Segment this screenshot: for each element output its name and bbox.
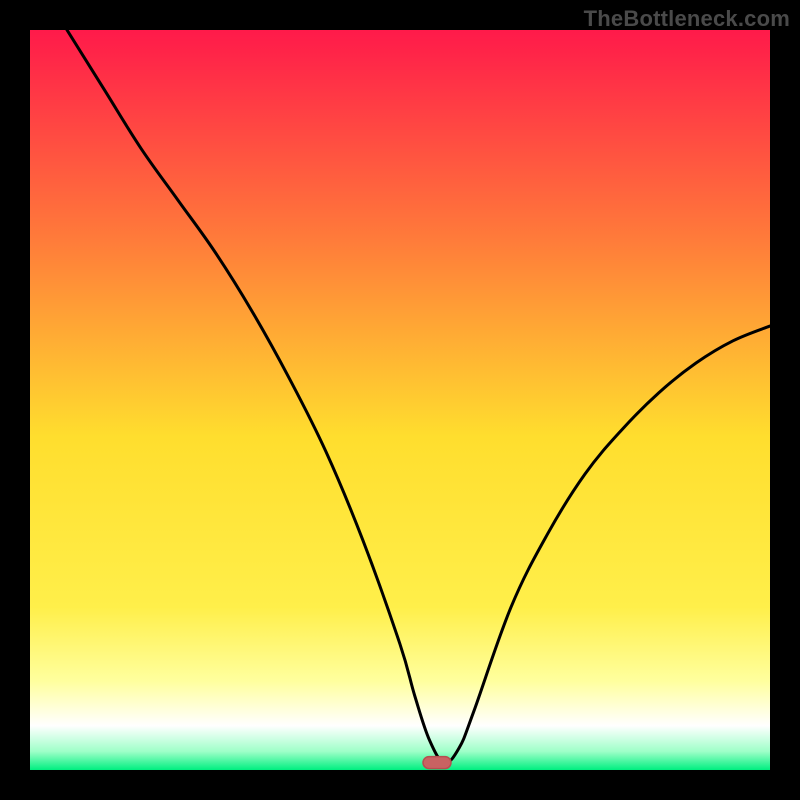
bottleneck-curve xyxy=(67,30,770,763)
chart-frame: TheBottleneck.com xyxy=(0,0,800,800)
optimum-marker xyxy=(423,757,451,769)
attribution-text: TheBottleneck.com xyxy=(584,6,790,32)
plot-area xyxy=(30,30,770,770)
curve-layer xyxy=(30,30,770,770)
